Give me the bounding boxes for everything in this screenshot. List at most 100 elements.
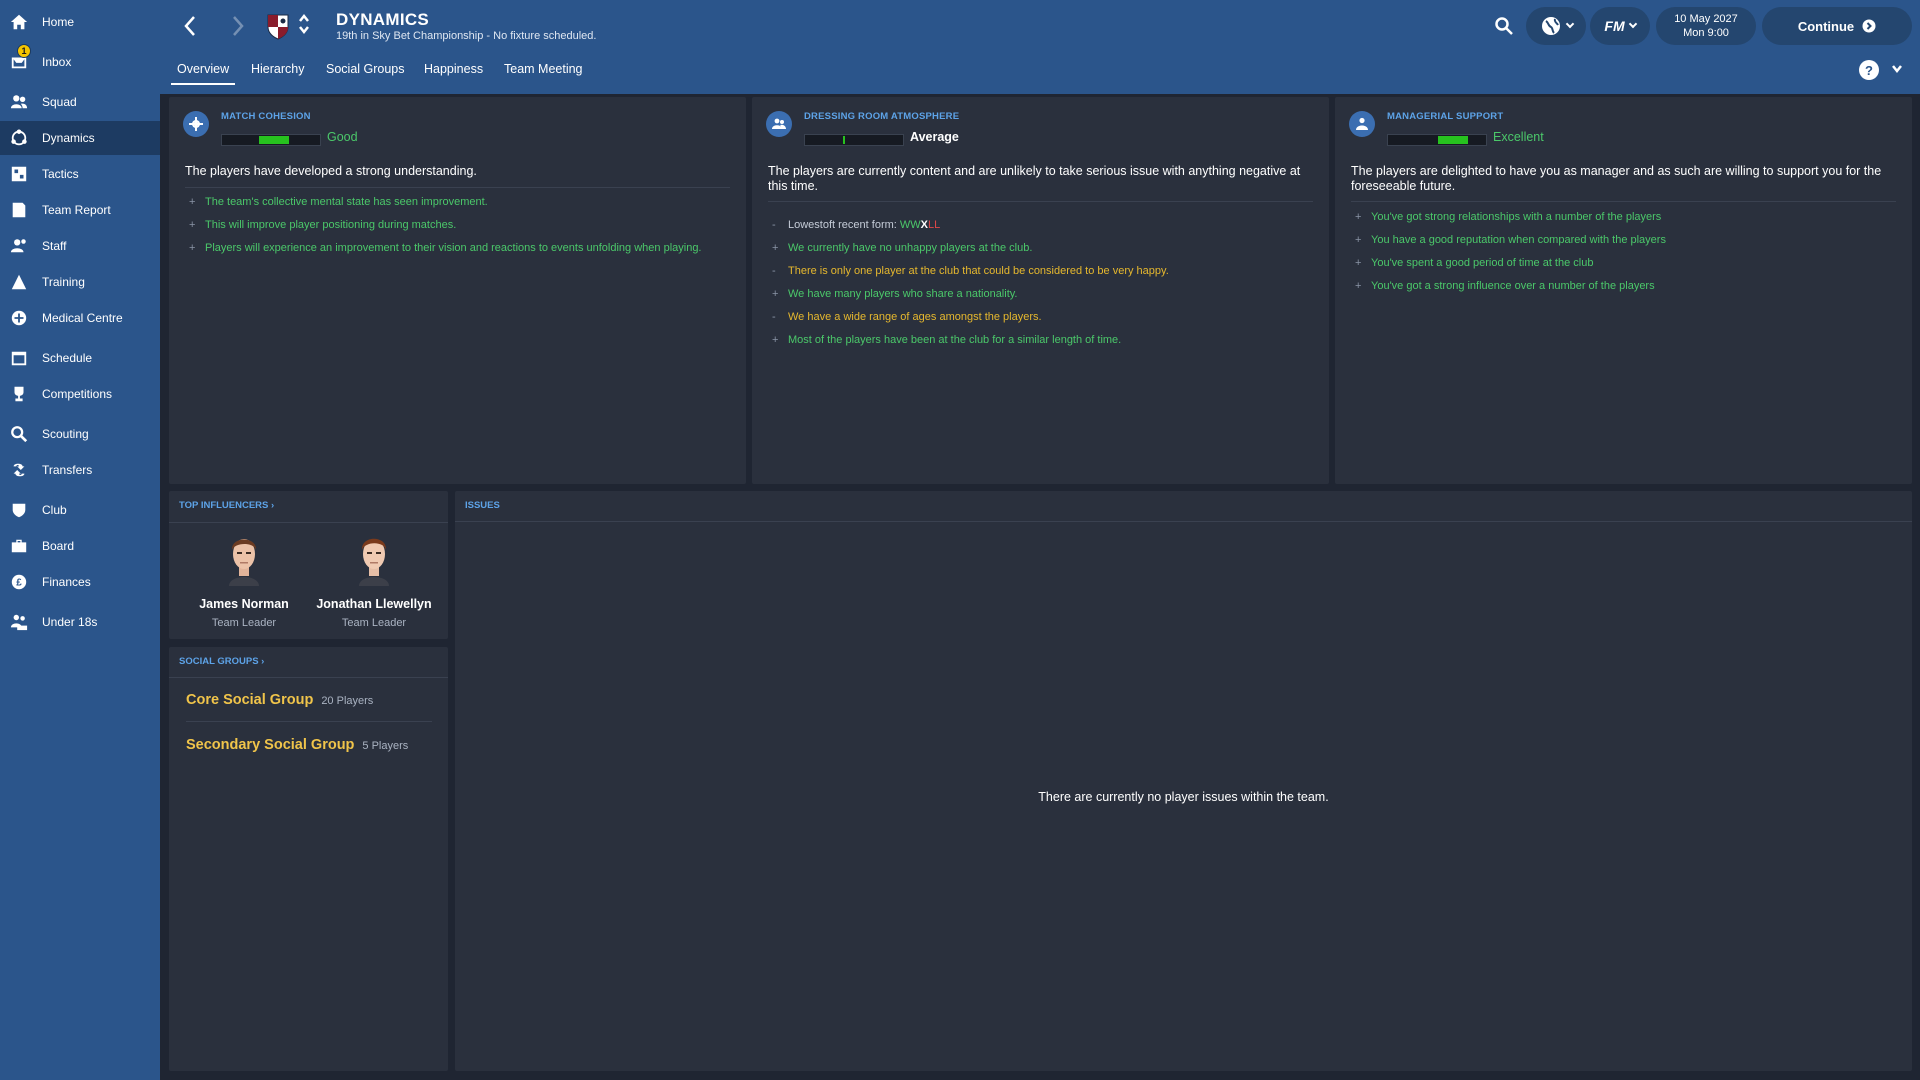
fm-menu-button[interactable]: FM [1590, 7, 1650, 45]
sidebar-item-medical-centre[interactable]: Medical Centre [0, 301, 160, 335]
managerial-support-meter-fill [1437, 136, 1468, 144]
sidebar-item-board[interactable]: Board [0, 529, 160, 563]
tab-overview[interactable]: Overview [170, 62, 236, 85]
sidebar-item-scouting[interactable]: Scouting [0, 417, 160, 451]
managerial-support-fact: + You've got a strong influence over a nu… [1355, 280, 1655, 292]
social-group-count: 5 Players [362, 740, 409, 752]
form-result: W [899, 219, 911, 231]
dressing-room-fact: + We currently have no unhappy players at… [772, 242, 1033, 254]
sidebar-item-squad[interactable]: Squad [0, 85, 160, 119]
forward-button[interactable] [228, 14, 248, 38]
board-icon [9, 536, 29, 556]
chevron-up-icon [299, 14, 309, 22]
search-icon [1495, 17, 1513, 35]
social-group-name[interactable]: Core Social Group [186, 692, 313, 708]
club-crest-icon [267, 14, 289, 40]
issues-title: ISSUES [465, 500, 500, 511]
club-icon [9, 500, 29, 520]
home-icon [9, 12, 29, 32]
tab-hierarchy[interactable]: Hierarchy [251, 62, 305, 76]
help-menu-button[interactable] [1890, 62, 1904, 76]
sidebar-item-label: Transfers [42, 463, 93, 477]
sidebar-item-schedule[interactable]: Schedule [0, 341, 160, 375]
staff-icon [9, 236, 29, 256]
tab-team-meeting[interactable]: Team Meeting [504, 62, 583, 76]
chevron-down-icon [1565, 19, 1574, 29]
sidebar-item-inbox[interactable]: 1 Inbox [0, 44, 160, 79]
sidebar-item-label: Scouting [42, 427, 89, 441]
team-report-icon [9, 200, 29, 220]
match-cohesion-fact: + The team's collective mental state has … [189, 196, 488, 208]
sidebar-item-label: Training [42, 275, 85, 289]
sidebar-item-label: Home [42, 15, 75, 29]
search-button[interactable] [1492, 14, 1516, 38]
tab-social-groups[interactable]: Social Groups [326, 62, 405, 76]
continue-label: Continue [1797, 18, 1855, 34]
top-influencers-link[interactable]: TOP INFLUENCERS › [179, 500, 274, 511]
fm-logo: FM [1604, 18, 1625, 34]
social-group-row[interactable]: Core Social Group 20 Players [186, 692, 373, 708]
social-groups-panel [169, 647, 448, 1071]
trophy-icon [9, 384, 29, 404]
sidebar-item-label: Dynamics [42, 131, 95, 145]
gear-icon [183, 111, 209, 137]
sidebar-item-label: Under 18s [42, 615, 98, 629]
influencer-card[interactable]: Jonathan Llewellyn Team Leader [309, 530, 439, 629]
match-cohesion-description: The players have developed a strong unde… [185, 164, 477, 178]
game-time: Mon 9:00 [1683, 27, 1729, 39]
sidebar-item-team-report[interactable]: Team Report [0, 193, 160, 227]
dressing-room-fact: - We have a wide range of ages amongst th… [772, 311, 1042, 323]
page-title: DYNAMICS [336, 10, 430, 29]
game-date: 10 May 2027 [1674, 13, 1738, 25]
managerial-support-fact: + You have a good reputation when compare… [1355, 234, 1666, 246]
divider [185, 187, 730, 188]
influencer-role: Team Leader [211, 617, 277, 629]
game-date-button[interactable]: 10 May 2027 Mon 9:00 [1656, 7, 1756, 45]
sidebar-item-home[interactable]: Home [0, 5, 160, 39]
sidebar-item-label: Inbox [42, 55, 72, 69]
training-icon [9, 272, 29, 292]
sidebar-item-staff[interactable]: Staff [0, 229, 160, 263]
social-group-name[interactable]: Secondary Social Group [186, 737, 354, 753]
sidebar-item-competitions[interactable]: Competitions [0, 377, 160, 411]
help-button[interactable]: ? [1859, 60, 1879, 80]
sidebar-item-label: Finances [42, 575, 91, 589]
match-cohesion-rating: Good [327, 130, 358, 144]
club-switch-button[interactable] [297, 10, 311, 38]
sidebar-item-label: Competitions [42, 387, 113, 401]
influencer-card[interactable]: James Norman Team Leader [179, 530, 309, 629]
dressing-room-fact: - There is only one player at the club th… [772, 265, 1169, 277]
influencer-name: James Norman [199, 597, 289, 611]
form-result: W [910, 219, 921, 231]
sidebar-item-training[interactable]: Training [0, 265, 160, 299]
form-result: X [920, 219, 929, 231]
match-cohesion-fact: + This will improve player positioning du… [189, 219, 457, 231]
recent-form-row: - Lowestoft recent form: WWXLL [772, 219, 941, 231]
managerial-support-description: The players are delighted to have you as… [1351, 164, 1882, 193]
sidebar-item-label: Medical Centre [42, 311, 123, 325]
sidebar-item-finances[interactable]: £ Finances [0, 565, 160, 599]
tab-happiness[interactable]: Happiness [424, 62, 483, 76]
managerial-support-fact: + You've got strong relationships with a … [1355, 211, 1662, 223]
social-group-row[interactable]: Secondary Social Group 5 Players [186, 737, 408, 753]
back-button[interactable] [180, 14, 200, 38]
match-cohesion-title: MATCH COHESION [221, 111, 311, 122]
sidebar-item-dynamics[interactable]: Dynamics [0, 121, 160, 155]
sidebar-item-club[interactable]: Club [0, 493, 160, 527]
recent-form-label: Lowestoft recent form: [788, 219, 897, 231]
issues-panel [455, 491, 1912, 1071]
match-cohesion-fact: + Players will experience an improvement … [189, 242, 702, 254]
sidebar-item-under-18s[interactable]: Under 18s [0, 605, 160, 639]
sidebar-item-label: Staff [42, 239, 67, 253]
inbox-icon: 1 [9, 44, 31, 72]
influencer-role: Team Leader [341, 617, 407, 629]
sidebar-item-tactics[interactable]: Tactics [0, 157, 160, 191]
continue-button[interactable]: Continue [1762, 7, 1912, 45]
manager-icon [1349, 111, 1375, 137]
sidebar: Home 1 Inbox Squad Dynamics Tactics Team… [0, 0, 160, 1080]
social-groups-link[interactable]: SOCIAL GROUPS › [179, 656, 264, 667]
chevron-down-icon [1892, 65, 1902, 73]
sidebar-item-transfers[interactable]: Transfers [0, 453, 160, 487]
form-result: L [934, 219, 941, 231]
world-menu-button[interactable] [1526, 7, 1586, 45]
